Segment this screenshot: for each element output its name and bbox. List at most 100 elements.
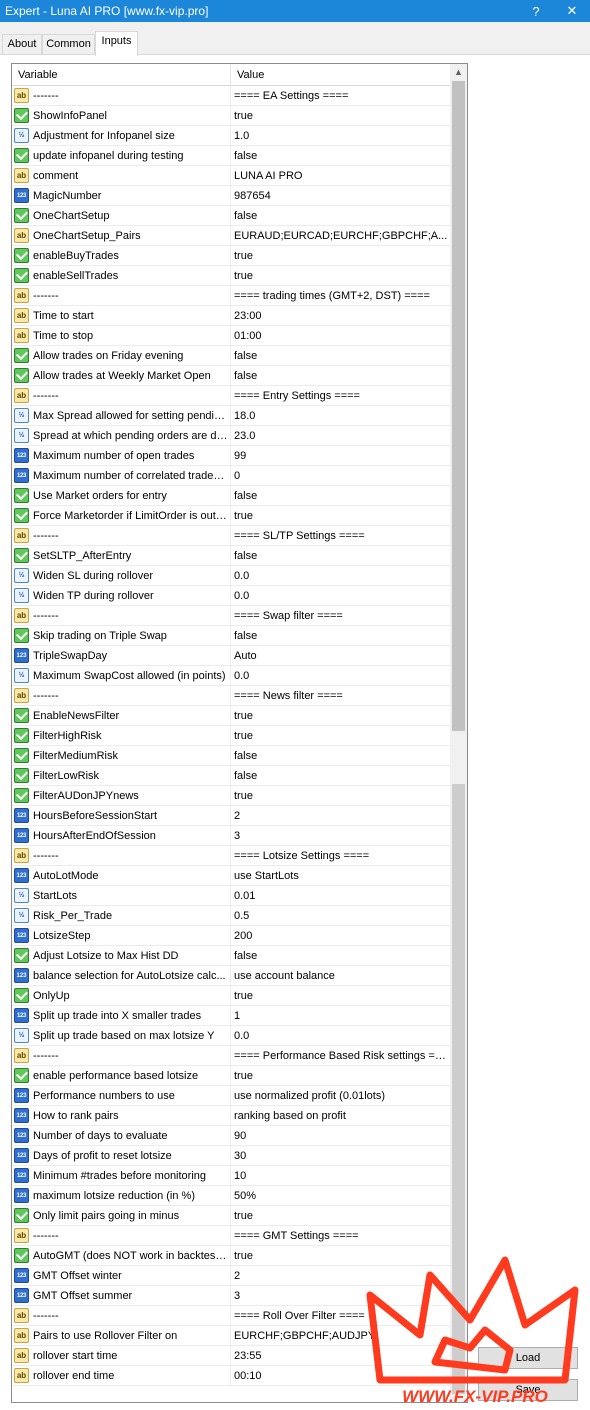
input-value[interactable]: 1.0 [234,126,448,146]
input-row[interactable]: Allow trades on Friday evening false [12,346,450,366]
input-value[interactable]: ==== trading times (GMT+2, DST) ==== [234,286,448,306]
input-value[interactable]: 90 [234,1126,448,1146]
input-row[interactable]: ab ------- ==== trading times (GMT+2, DST)… [12,286,450,306]
input-value[interactable]: false [234,546,448,566]
input-row[interactable]: enable performance based lotsize true [12,1066,450,1086]
input-value[interactable]: 200 [234,926,448,946]
input-value[interactable]: true [234,246,448,266]
input-row[interactable]: Use Market orders for entry false [12,486,450,506]
input-value[interactable]: 0.0 [234,1026,448,1046]
input-row[interactable]: FilterHighRisk true [12,726,450,746]
input-row[interactable]: ab Time to stop 01:00 [12,326,450,346]
input-row[interactable]: ab ------- ==== SL/TP Settings ==== [12,526,450,546]
input-row[interactable]: ab OneChartSetup_Pairs EURAUD;EURCAD;EURCH… [12,226,450,246]
input-value[interactable]: 987654 [234,186,448,206]
input-row[interactable]: 123 HoursBeforeSessionStart 2 [12,806,450,826]
input-value[interactable]: 10 [234,1166,448,1186]
tab-common[interactable]: Common [42,34,95,54]
input-value[interactable]: true [234,986,448,1006]
column-header-value[interactable]: Value [231,64,449,86]
input-row[interactable]: 123 HoursAfterEndOfSession 3 [12,826,450,846]
input-value[interactable]: true [234,506,448,526]
input-row[interactable]: OneChartSetup false [12,206,450,226]
input-value[interactable]: 0 [234,466,448,486]
input-row[interactable]: ShowInfoPanel true [12,106,450,126]
input-row[interactable]: 123 Maximum number of open trades 99 [12,446,450,466]
input-value[interactable]: 0.0 [234,666,448,686]
input-value[interactable]: true [234,1206,448,1226]
input-row[interactable]: ab ------- ==== Swap filter ==== [12,606,450,626]
input-value[interactable]: false [234,626,448,646]
input-row[interactable]: ½ Max Spread allowed for setting pendin..… [12,406,450,426]
input-value[interactable]: true [234,266,448,286]
input-value[interactable]: false [234,346,448,366]
input-value[interactable]: 3 [234,826,448,846]
input-value[interactable]: false [234,766,448,786]
input-row[interactable]: ab comment LUNA AI PRO [12,166,450,186]
input-value[interactable]: ==== Lotsize Settings ==== [234,846,448,866]
tab-inputs[interactable]: Inputs [95,31,138,56]
input-value[interactable]: false [234,146,448,166]
input-value[interactable]: use account balance [234,966,448,986]
input-value[interactable]: ==== EA Settings ==== [234,86,448,106]
input-value[interactable]: false [234,486,448,506]
input-row[interactable]: ½ Widen SL during rollover 0.0 [12,566,450,586]
input-value[interactable]: ==== Performance Based Risk settings ===… [234,1046,448,1066]
input-row[interactable]: Skip trading on Triple Swap false [12,626,450,646]
input-row[interactable]: ab ------- ==== EA Settings ==== [12,86,450,106]
input-value[interactable]: 01:00 [234,326,448,346]
column-header-variable[interactable]: Variable [12,64,230,86]
input-row[interactable]: OnlyUp true [12,986,450,1006]
input-value[interactable]: true [234,706,448,726]
input-row[interactable]: 123 Performance numbers to use use normali… [12,1086,450,1106]
input-row[interactable]: Force Marketorder if LimitOrder is out o… [12,506,450,526]
input-row[interactable]: EnableNewsFilter true [12,706,450,726]
input-value[interactable]: ==== SL/TP Settings ==== [234,526,448,546]
input-row[interactable]: ab ------- ==== News filter ==== [12,686,450,706]
input-row[interactable]: ½ StartLots 0.01 [12,886,450,906]
vertical-scrollbar[interactable]: ▲ [450,64,467,1402]
input-value[interactable]: true [234,726,448,746]
input-row[interactable]: 123 Days of profit to reset lotsize 30 [12,1146,450,1166]
input-row[interactable]: ab ------- ==== Lotsize Settings ==== [12,846,450,866]
input-row[interactable]: 123 AutoLotMode use StartLots [12,866,450,886]
input-row[interactable]: ½ Adjustment for Infopanel size 1.0 [12,126,450,146]
input-row[interactable]: 123 Split up trade into X smaller trades 1 [12,1006,450,1026]
input-value[interactable]: 0.5 [234,906,448,926]
input-row[interactable]: ½ Spread at which pending orders are de..… [12,426,450,446]
input-value[interactable]: ==== Entry Settings ==== [234,386,448,406]
input-row[interactable]: SetSLTP_AfterEntry false [12,546,450,566]
input-value[interactable]: false [234,206,448,226]
input-row[interactable]: enableBuyTrades true [12,246,450,266]
input-value[interactable]: true [234,106,448,126]
input-row[interactable]: FilterLowRisk false [12,766,450,786]
input-value[interactable]: 0.01 [234,886,448,906]
input-row[interactable]: ab ------- ==== Entry Settings ==== [12,386,450,406]
input-value[interactable]: 2 [234,806,448,826]
input-value[interactable]: 18.0 [234,406,448,426]
input-value[interactable]: 30 [234,1146,448,1166]
input-row[interactable]: 123 MagicNumber 987654 [12,186,450,206]
input-value[interactable]: 23.0 [234,426,448,446]
input-value[interactable]: 23:00 [234,306,448,326]
input-row[interactable]: enableSellTrades true [12,266,450,286]
input-row[interactable]: update infopanel during testing false [12,146,450,166]
input-row[interactable]: FilterMediumRisk false [12,746,450,766]
input-row[interactable]: ½ Maximum SwapCost allowed (in points) 0.0 [12,666,450,686]
input-value[interactable]: ==== News filter ==== [234,686,448,706]
input-value[interactable]: Auto [234,646,448,666]
input-row[interactable]: FilterAUDonJPYnews true [12,786,450,806]
input-value[interactable]: 1 [234,1006,448,1026]
input-value[interactable]: LUNA AI PRO [234,166,448,186]
input-value[interactable]: 0.0 [234,566,448,586]
input-row[interactable]: 123 Number of days to evaluate 90 [12,1126,450,1146]
input-value[interactable]: ranking based on profit [234,1106,448,1126]
input-row[interactable]: 123 How to rank pairs ranking based on pro… [12,1106,450,1126]
input-row[interactable]: 123 TripleSwapDay Auto [12,646,450,666]
input-value[interactable]: false [234,946,448,966]
input-row[interactable]: ½ Split up trade based on max lotsize Y 0.… [12,1026,450,1046]
input-value[interactable]: ==== Swap filter ==== [234,606,448,626]
input-row[interactable]: 123 Minimum #trades before monitoring 10 [12,1166,450,1186]
input-value[interactable]: ==== GMT Settings ==== [234,1226,448,1246]
input-value[interactable]: EURAUD;EURCAD;EURCHF;GBPCHF;A... [234,226,448,246]
